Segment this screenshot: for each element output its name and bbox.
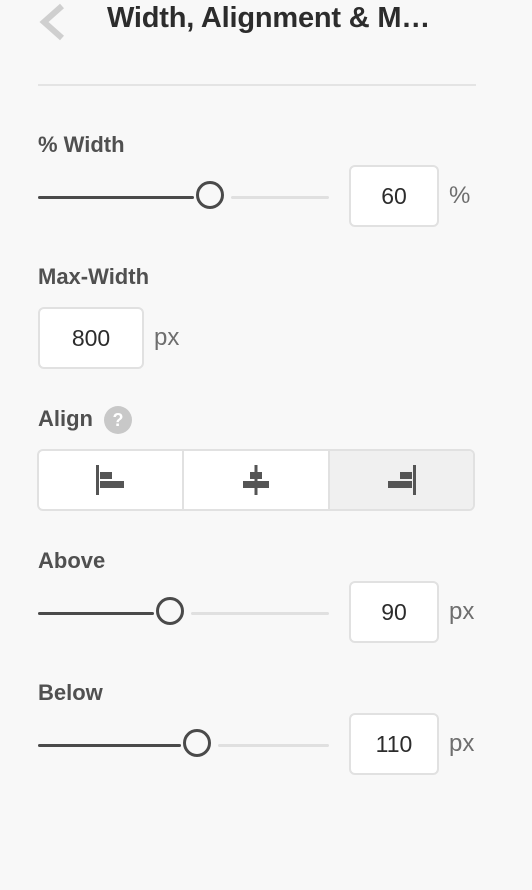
above-label: Above: [38, 548, 106, 573]
max-width-label: Max-Width: [38, 264, 150, 289]
align-left-icon: [95, 465, 124, 495]
width-label: % Width: [38, 132, 125, 157]
below-input[interactable]: 110: [349, 713, 439, 775]
align-label: Align: [38, 406, 93, 431]
align-right-button[interactable]: [327, 451, 473, 509]
header-divider: [38, 84, 476, 86]
panel-header: Width, Alignment & M…: [0, 0, 532, 86]
above-input[interactable]: 90: [349, 581, 439, 643]
below-slider-track: [218, 744, 329, 747]
below-slider-fill: [38, 744, 181, 747]
width-slider-fill: [38, 196, 194, 199]
align-left-button[interactable]: [39, 451, 182, 509]
align-center-icon: [242, 465, 269, 495]
above-slider-track: [191, 612, 329, 615]
above-unit: px: [449, 598, 475, 625]
max-width-unit: px: [154, 324, 180, 351]
above-slider-thumb[interactable]: [156, 597, 184, 625]
chevron-left-icon: [39, 3, 64, 41]
width-slider[interactable]: [38, 181, 329, 215]
help-icon[interactable]: ?: [104, 406, 132, 434]
width-slider-track: [231, 196, 329, 199]
back-button[interactable]: [36, 2, 70, 42]
below-slider[interactable]: [38, 729, 329, 763]
align-center-button[interactable]: [182, 451, 327, 509]
below-slider-thumb[interactable]: [183, 729, 211, 757]
align-button-group: [37, 449, 475, 511]
above-slider-fill: [38, 612, 154, 615]
max-width-input[interactable]: 800: [38, 307, 144, 369]
width-slider-thumb[interactable]: [196, 181, 224, 209]
above-slider[interactable]: [38, 597, 329, 631]
panel-title: Width, Alignment & M…: [107, 2, 431, 34]
width-input[interactable]: 60: [349, 165, 439, 227]
width-unit: %: [449, 182, 471, 209]
below-unit: px: [449, 730, 475, 757]
align-right-icon: [388, 465, 417, 495]
below-label: Below: [38, 680, 103, 705]
